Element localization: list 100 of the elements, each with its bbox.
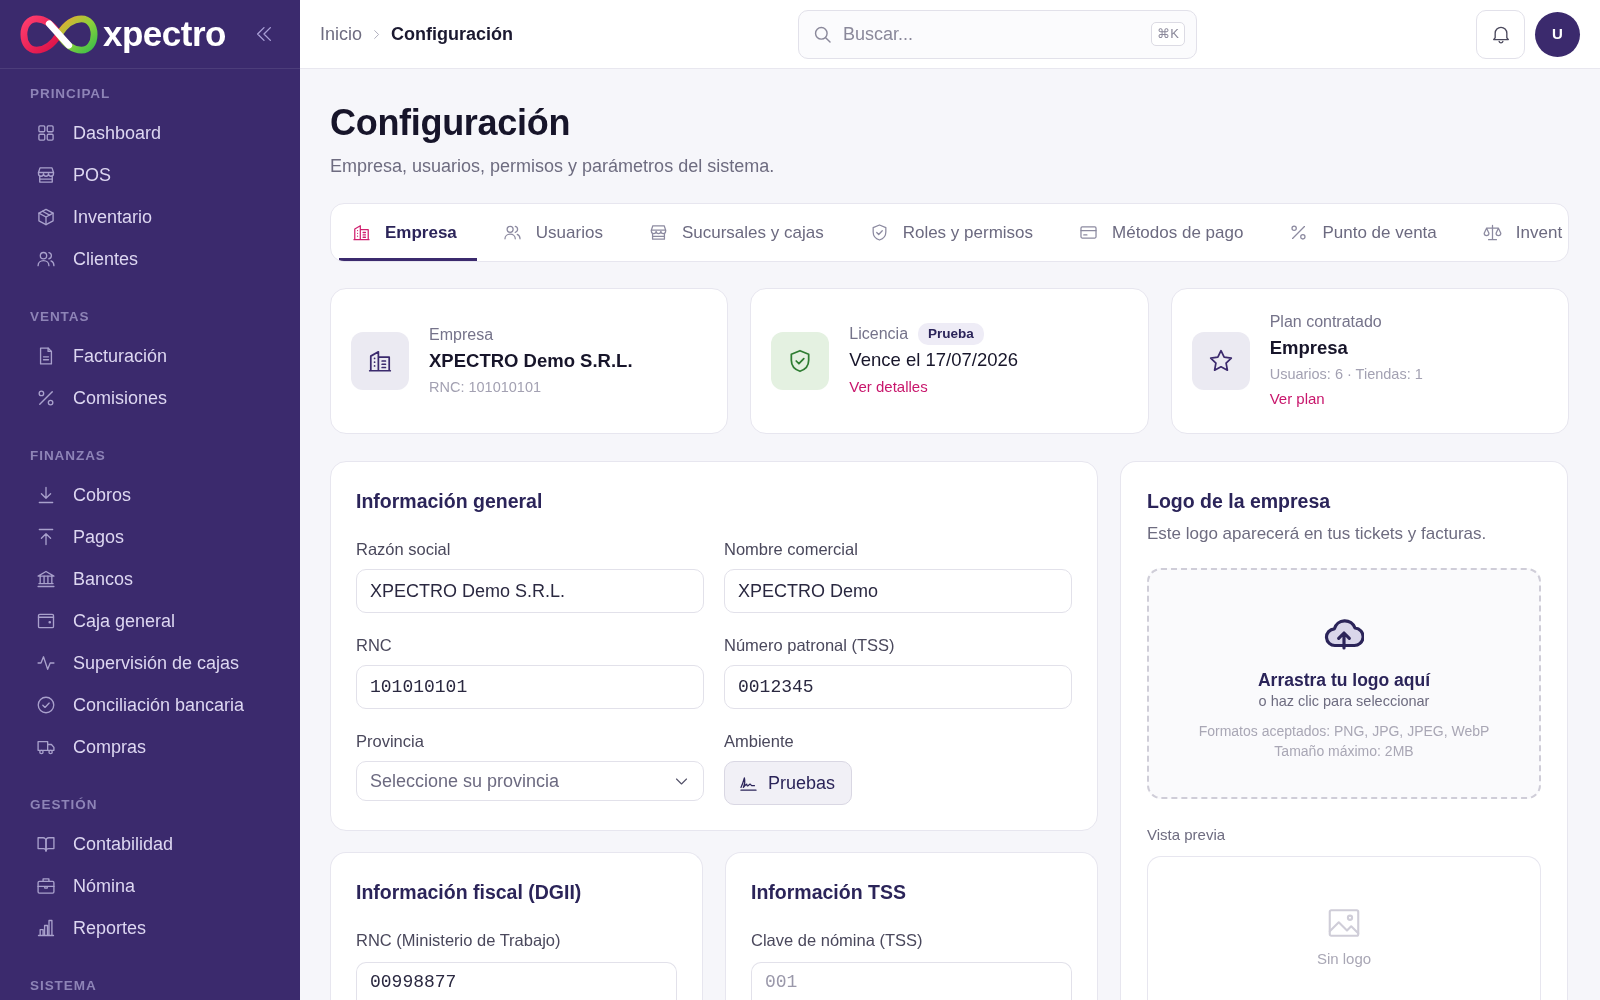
user-avatar[interactable]: U (1535, 11, 1580, 57)
text-input[interactable]: 0012345 (724, 665, 1072, 709)
shield-check-icon (771, 332, 830, 390)
formats-note: Formatos aceptados: PNG, JPG, JPEG, WebP (1198, 722, 1490, 740)
double-chevron-left-icon[interactable] (255, 25, 273, 43)
field-label: Vista previa (1147, 826, 1226, 844)
status-badge: Prueba (918, 323, 984, 345)
field-label: Ambiente (724, 731, 794, 751)
scale-icon (1482, 223, 1502, 242)
card-value: Vence el 17/07/2026 (849, 348, 1019, 372)
text-input[interactable]: 101010101 (356, 665, 704, 709)
sidebar-item[interactable]: Conciliación bancaria (0, 684, 253, 726)
card-label: Licencia (849, 324, 909, 344)
breadcrumb-link[interactable]: Inicio (320, 20, 363, 48)
arrow-up-line-icon (36, 527, 56, 547)
section-title: Información TSS (751, 880, 907, 905)
grid-icon (36, 123, 56, 143)
card-value: Empresa (1269, 336, 1348, 360)
field-label: Clave de nómina (TSS) (751, 930, 923, 950)
sidebar-section-label: GESTIÓN (29, 796, 98, 814)
sidebar-item[interactable]: Caja general (0, 600, 184, 642)
search-icon (813, 24, 832, 44)
shortcut-key: ⌘K (1151, 21, 1185, 46)
sidebar-item[interactable]: Contabilidad (0, 823, 182, 865)
section-title: Logo de la empresa (1147, 489, 1332, 514)
sidebar-item[interactable]: Comisiones (0, 377, 176, 419)
dropzone-hint: o haz clic para seleccionar (1258, 692, 1430, 710)
field-label: Número patronal (TSS) (724, 635, 895, 655)
book-icon (36, 834, 56, 854)
section-title: Información fiscal (DGII) (356, 880, 583, 905)
text-input[interactable]: XPECTRO Demo S.R.L. (356, 569, 704, 613)
users-icon (36, 249, 56, 269)
field-label: Nombre comercial (724, 539, 858, 559)
page-title: Configuración (330, 101, 571, 145)
notifications-button[interactable] (1476, 9, 1525, 59)
upload-dropzone[interactable]: Arrastra tu logo aquí o haz clic para seleccionar Formatos aceptados: PNG, JPG, JPEG, WebP Tamaño máximo: 2MB (1147, 568, 1541, 799)
brand-name: xpectro (103, 14, 226, 54)
card-label: Empresa (429, 325, 494, 345)
section-subtitle: Este logo aparecerá en tus tickets y facturas. (1147, 523, 1487, 545)
sidebar-item[interactable]: Dashboard (0, 112, 170, 154)
sidebar-section-label: FINANZAS (29, 447, 106, 465)
percent-icon (36, 388, 56, 408)
sidebar-item[interactable]: Inventario (0, 196, 161, 238)
environment-button[interactable]: Pruebas (724, 761, 853, 805)
sidebar-item[interactable]: POS (0, 154, 119, 196)
tab[interactable]: Métodos de pago (1066, 204, 1264, 261)
sidebar-item[interactable]: Supervisión de cajas (0, 642, 248, 684)
sidebar-item[interactable]: Pagos (0, 516, 133, 558)
tab[interactable]: Usuarios (489, 204, 623, 261)
tab[interactable]: Empresa (339, 204, 477, 261)
section-title: Información general (356, 489, 544, 514)
text-input[interactable]: 00998877 (356, 962, 677, 1000)
pulse-icon (36, 653, 56, 673)
card-detail: Usuarios: 6 · Tiendas: 1 (1269, 365, 1423, 384)
size-note: Tamaño máximo: 2MB (1274, 742, 1414, 760)
card-link[interactable]: Ver detalles (849, 374, 928, 400)
tab[interactable]: Roles y permisos (856, 204, 1054, 261)
sidebar-item[interactable]: Facturación (0, 335, 176, 377)
text-input[interactable]: 001 (751, 962, 1072, 1000)
tab[interactable]: Invent (1469, 204, 1567, 261)
card-detail: RNC: 101010101 (429, 378, 542, 397)
field-label: RNC (Ministerio de Trabajo) (356, 930, 561, 950)
sidebar-item[interactable]: Compras (0, 726, 155, 768)
users-icon (502, 223, 522, 242)
sidebar-item[interactable]: Cobros (0, 474, 140, 516)
sidebar-section-label: SISTEMA (29, 977, 97, 995)
card-link[interactable]: Ver plan (1269, 386, 1325, 412)
text-input[interactable]: XPECTRO Demo (724, 569, 1072, 613)
bank-icon (36, 569, 56, 589)
briefcase-icon (36, 876, 56, 896)
province-select[interactable]: Seleccione su provincia (356, 761, 704, 801)
arrow-down-line-icon (36, 485, 56, 505)
card-label: Plan contratado (1269, 312, 1382, 332)
card-value: XPECTRO Demo S.R.L. (429, 349, 633, 373)
building-icon (352, 223, 371, 242)
credit-card-icon (1079, 223, 1099, 242)
sidebar-section-label: VENTAS (29, 308, 90, 326)
sidebar-item[interactable]: Nómina (0, 865, 144, 907)
dropzone-title: Arrastra tu logo aquí (1257, 669, 1431, 691)
tab[interactable]: Punto de venta (1276, 204, 1457, 261)
empty-preview-text: Sin logo (1316, 949, 1372, 969)
tab[interactable]: Sucursales y cajas (635, 204, 844, 261)
page-subtitle: Empresa, usuarios, permisos y parámetros del sistema. (330, 155, 775, 177)
field-label: Razón social (356, 539, 451, 559)
store-icon (36, 165, 56, 185)
wallet-icon (36, 611, 56, 631)
infinity-logo-icon (20, 14, 98, 54)
sidebar-item[interactable]: Reportes (0, 907, 155, 949)
percent-icon (1289, 223, 1309, 242)
field-label: Provincia (356, 731, 424, 751)
sidebar-section-label: PRINCIPAL (29, 85, 111, 103)
bar-chart-icon (36, 918, 56, 938)
breadcrumb-current: Configuración (391, 22, 514, 46)
check-circle-icon (36, 695, 56, 715)
bell-icon (1490, 24, 1511, 44)
box-icon (36, 207, 56, 227)
sidebar-item[interactable]: Clientes (0, 238, 147, 280)
field-label: RNC (356, 635, 392, 655)
store-icon (648, 223, 668, 242)
sidebar-item[interactable]: Bancos (0, 558, 142, 600)
